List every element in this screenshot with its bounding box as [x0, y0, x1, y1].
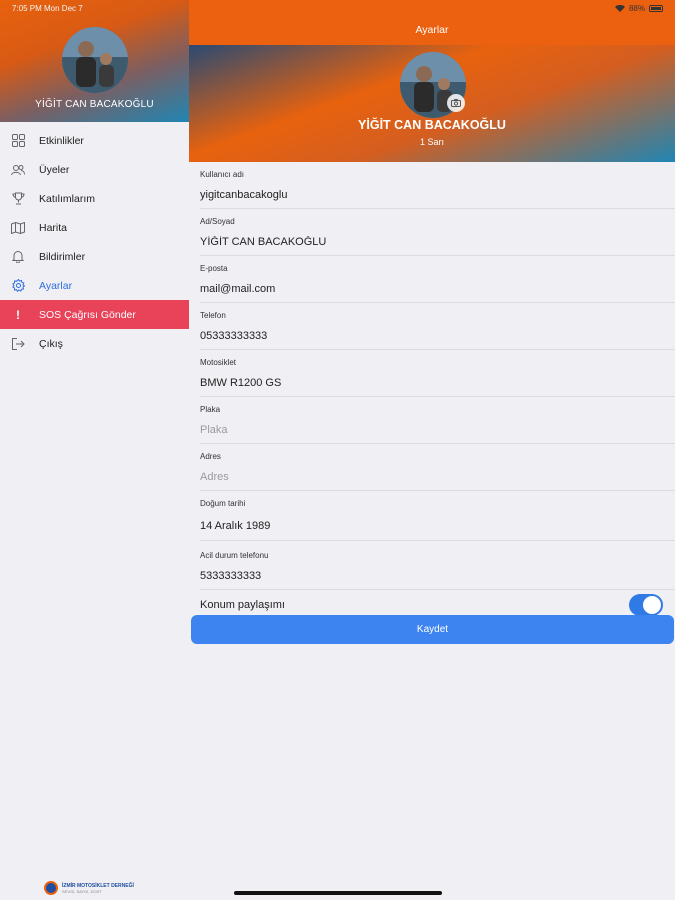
sidebar-item-etkinlikler[interactable]: Etkinlikler — [0, 126, 189, 155]
sidebar-header: YİĞİT CAN BACAKOĞLU — [0, 0, 189, 122]
status-bar: 7:05 PM Mon Dec 7 88% — [0, 0, 675, 16]
sidebar-item-cikis[interactable]: Çıkış — [0, 329, 189, 358]
sidebar-item-label: Harita — [39, 221, 68, 234]
status-indicators: 88% — [614, 4, 663, 13]
username-input[interactable] — [200, 182, 675, 208]
emergency-phone-field: Acil durum telefonu — [200, 541, 675, 590]
field-label: Acil durum telefonu — [200, 551, 269, 560]
trophy-icon — [11, 192, 25, 206]
sidebar-item-harita[interactable]: Harita — [0, 213, 189, 242]
sidebar-user-name: YİĞİT CAN BACAKOĞLU — [35, 99, 154, 110]
logo-title: İZMİR MOTOSİKLET DERNEĞİ — [62, 882, 134, 889]
sidebar-item-label: Ayarlar — [39, 279, 73, 292]
field-label: Adres — [200, 452, 221, 461]
emergency-phone-input[interactable] — [200, 563, 675, 589]
settings-panel: Ayarlar YİĞİT CAN BACAKOĞLU 1 Sarı Kulla… — [189, 0, 675, 900]
fullname-input[interactable] — [200, 229, 675, 255]
phone-input[interactable] — [200, 323, 675, 349]
sidebar-item-label: Katılımlarım — [39, 192, 96, 205]
bell-icon — [11, 250, 25, 264]
sidebar-item-uyeler[interactable]: Üyeler — [0, 155, 189, 184]
email-input[interactable] — [200, 276, 675, 302]
sidebar-item-label: SOS Çağrısı Gönder — [39, 308, 136, 321]
sidebar-item-label: Bildirimler — [39, 250, 86, 263]
motorcycle-input[interactable] — [200, 370, 675, 396]
save-button[interactable]: Kaydet — [191, 615, 674, 644]
battery-icon — [649, 5, 663, 12]
grid-icon — [11, 134, 25, 148]
profile-form: Kullanıcı adı Ad/Soyad E-posta Telefon M… — [189, 162, 675, 620]
motorcycle-field: Motosiklet — [200, 350, 675, 397]
exclamation-icon: ! — [16, 307, 20, 322]
field-label: Ad/Soyad — [200, 217, 235, 226]
camera-icon — [451, 94, 461, 112]
location-sharing-label: Konum paylaşımı — [200, 599, 285, 611]
sidebar-item-bildirimler[interactable]: Bildirimler — [0, 242, 189, 271]
battery-percent: 88% — [628, 4, 645, 13]
sidebar-item-label: Üyeler — [39, 163, 70, 176]
sidebar-item-label: Çıkış — [39, 337, 63, 350]
profile-name: YİĞİT CAN BACAKOĞLU — [358, 118, 506, 132]
gear-icon — [11, 279, 25, 293]
change-photo-button[interactable] — [447, 94, 465, 112]
email-field: E-posta — [200, 256, 675, 303]
wifi-icon — [614, 5, 625, 12]
birthdate-field: Doğum tarihi — [200, 491, 675, 541]
field-label: Doğum tarihi — [200, 499, 246, 508]
sidebar: YİĞİT CAN BACAKOĞLU Etkinlikler Üyeler K… — [0, 0, 189, 900]
location-sharing-toggle[interactable] — [629, 594, 663, 616]
association-logo: İZMİR MOTOSİKLET DERNEĞİ SEVGİ, SAYGI, D… — [44, 880, 150, 896]
field-label: Telefon — [200, 311, 226, 320]
plate-field: Plaka — [200, 397, 675, 444]
page-title: Ayarlar — [415, 24, 449, 36]
plate-input[interactable] — [200, 417, 675, 443]
logout-icon — [11, 337, 25, 351]
status-time: 7:05 PM Mon Dec 7 — [12, 4, 83, 13]
phone-field: Telefon — [200, 303, 675, 350]
username-field: Kullanıcı adı — [200, 162, 675, 209]
sidebar-avatar[interactable] — [62, 27, 128, 93]
field-label: E-posta — [200, 264, 228, 273]
home-indicator — [234, 891, 442, 895]
field-label: Kullanıcı adı — [200, 170, 245, 179]
logo-mark-icon — [44, 881, 58, 895]
birthdate-picker[interactable] — [200, 511, 675, 540]
logo-subtitle: SEVGİ, SAYGI, DOST — [62, 888, 102, 894]
profile-subtitle: 1 Sarı — [419, 137, 444, 147]
field-label: Motosiklet — [200, 358, 237, 367]
sidebar-menu: Etkinlikler Üyeler Katılımlarım Harita B… — [0, 126, 189, 358]
users-icon — [11, 163, 25, 177]
sidebar-item-label: Etkinlikler — [39, 134, 84, 147]
map-icon — [11, 221, 25, 235]
field-label: Plaka — [200, 405, 221, 414]
address-field: Adres — [200, 444, 675, 491]
sidebar-item-ayarlar[interactable]: Ayarlar — [0, 271, 189, 300]
fullname-field: Ad/Soyad — [200, 209, 675, 256]
sidebar-item-sos[interactable]: ! SOS Çağrısı Gönder — [0, 300, 189, 329]
address-input[interactable] — [200, 464, 675, 490]
sidebar-item-katilimlarim[interactable]: Katılımlarım — [0, 184, 189, 213]
